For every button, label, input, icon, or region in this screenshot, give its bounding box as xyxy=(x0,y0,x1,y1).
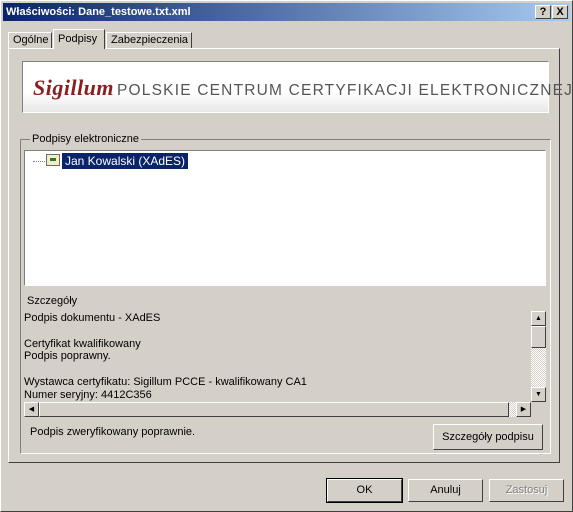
scroll-up-icon[interactable]: ▲ xyxy=(531,311,546,326)
details-vertical-scrollbar[interactable]: ▲ ▼ xyxy=(531,311,546,402)
banner-tagline: POLSKIE CENTRUM CERTYFIKACJI ELEKTRONICZ… xyxy=(117,82,573,99)
details-line: Certyfikat kwalifikowany xyxy=(24,338,141,350)
window-title: Właściwości: Dane_testowe.txt.xml xyxy=(6,6,191,18)
vertical-scroll-thumb[interactable] xyxy=(531,326,546,348)
tab-security[interactable]: Zabezpieczenia xyxy=(106,32,192,48)
certificate-icon xyxy=(46,154,60,166)
scroll-right-icon[interactable]: ▶ xyxy=(516,402,531,417)
details-label: Szczegóły xyxy=(27,295,78,307)
verification-status: Podpis zweryfikowany poprawnie. xyxy=(30,426,196,438)
tab-general[interactable]: Ogólne xyxy=(8,32,52,48)
sigillum-logo: Sigillum xyxy=(33,75,115,100)
sigillum-banner: Sigillum POLSKIE CENTRUM CERTYFIKACJI EL… xyxy=(22,61,572,113)
cancel-button[interactable]: Anuluj xyxy=(408,479,483,502)
details-line: Podpis dokumentu - XAdES xyxy=(24,312,161,324)
horizontal-scroll-thumb[interactable] xyxy=(39,402,509,417)
details-line: Wystawca certyfikatu: Sigillum PCCE - kw… xyxy=(24,376,307,388)
signature-tree-item[interactable]: Jan Kowalski (XAdES) xyxy=(62,153,189,169)
help-button[interactable]: ? xyxy=(535,5,551,19)
scroll-left-icon[interactable]: ◀ xyxy=(24,402,39,417)
close-button[interactable]: X xyxy=(552,5,568,19)
scrollbar-corner xyxy=(531,402,546,417)
details-line: Podpis poprawny. xyxy=(24,350,111,362)
signature-details-button[interactable]: Szczegóły podpisu xyxy=(433,424,543,450)
apply-button[interactable]: Zastosuj xyxy=(489,479,564,502)
scroll-down-icon[interactable]: ▼ xyxy=(531,387,546,402)
signatures-group-label: Podpisy elektroniczne xyxy=(30,133,142,145)
title-bar[interactable]: Właściwości: Dane_testowe.txt.xml ? X xyxy=(3,3,570,21)
details-horizontal-scrollbar[interactable]: ◀ ▶ xyxy=(24,402,531,417)
signatures-tree[interactable]: Jan Kowalski (XAdES) xyxy=(24,150,546,286)
ok-button[interactable]: OK xyxy=(326,478,403,503)
tree-connector xyxy=(33,161,47,162)
details-line: Numer seryjny: 4412C356 xyxy=(24,389,152,401)
tab-signatures[interactable]: Podpisy xyxy=(53,29,105,49)
